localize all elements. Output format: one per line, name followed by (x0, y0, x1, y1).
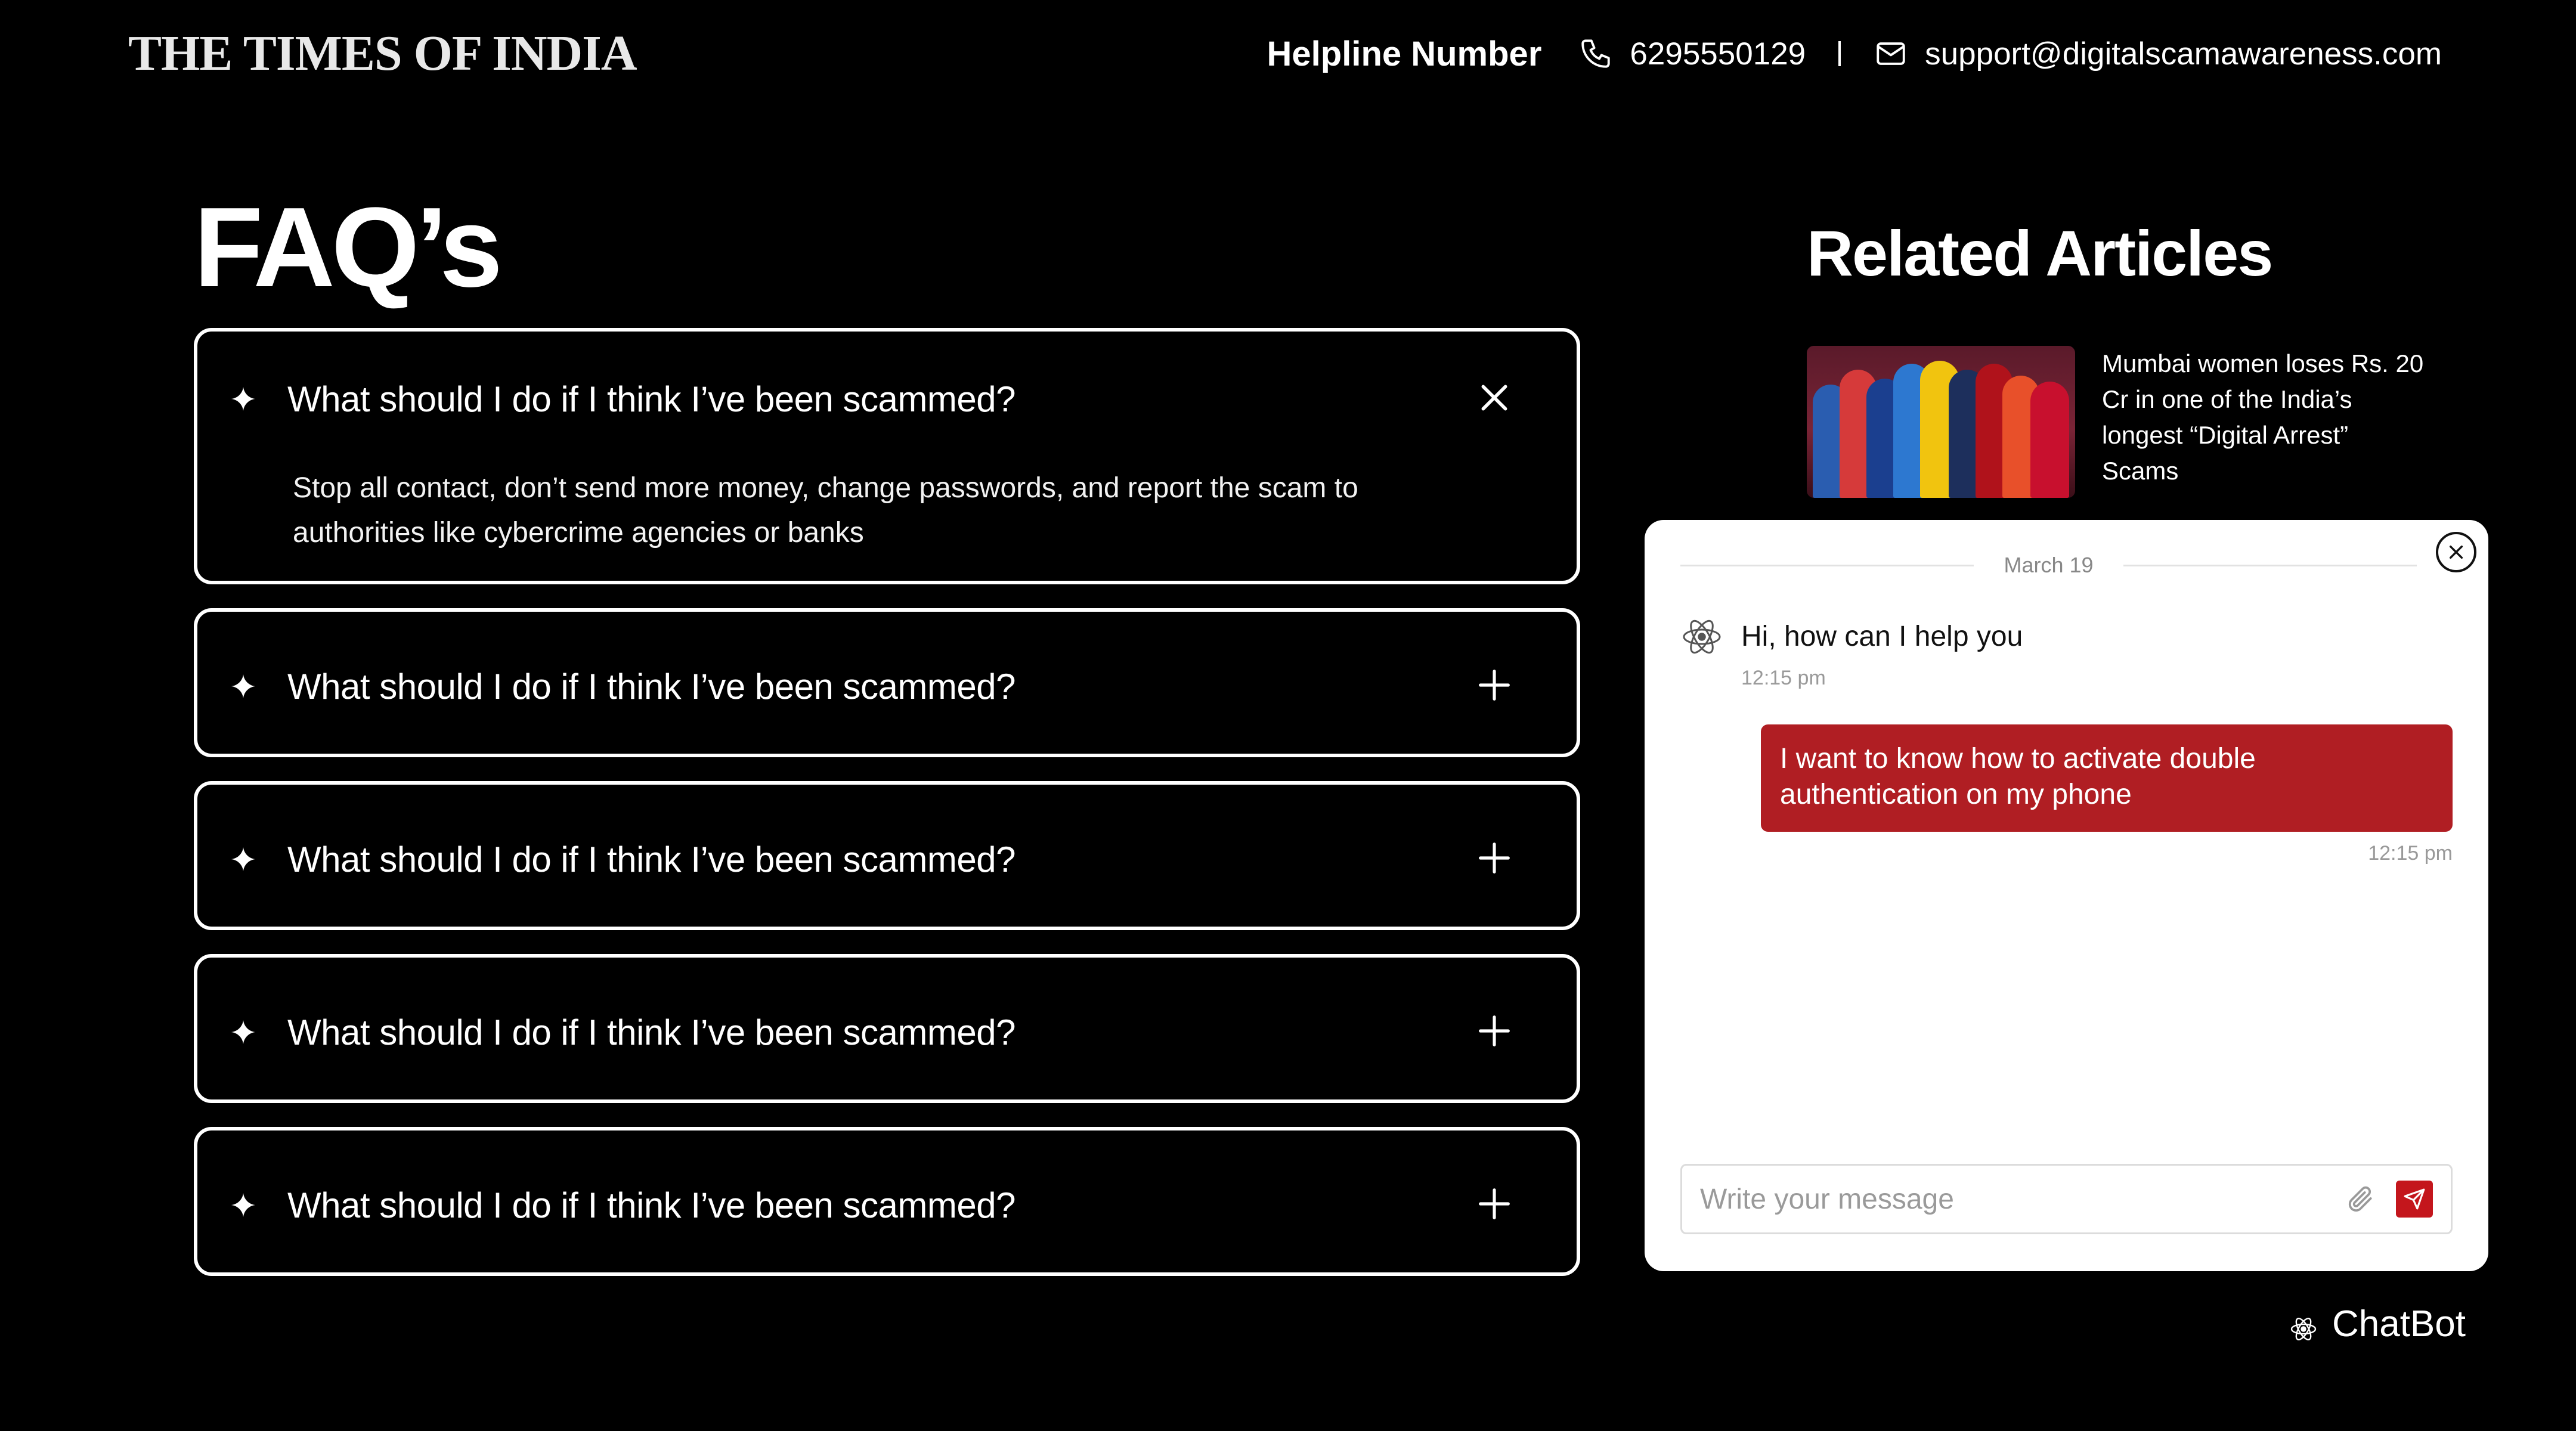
related-articles-title: Related Articles (1807, 217, 2273, 289)
sparkle-icon (230, 1019, 256, 1045)
chatbot-label: ChatBot (2332, 1303, 2466, 1345)
article-headline[interactable]: Mumbai women loses Rs. 20 Cr in one of t… (2102, 346, 2424, 498)
sparkle-icon (230, 386, 256, 412)
helpline-phone[interactable]: 6295550129 (1630, 36, 1806, 72)
chat-date: March 19 (2004, 553, 2094, 577)
atom-icon (2289, 1310, 2318, 1340)
faq-question: What should I do if I think I’ve been sc… (287, 379, 1015, 419)
user-message-time: 12:15 pm (2368, 842, 2453, 865)
mail-icon (1874, 36, 1908, 71)
plus-icon[interactable] (1478, 841, 1511, 875)
faq-item-4[interactable]: What should I do if I think I’ve been sc… (194, 954, 1580, 1103)
paperclip-icon[interactable] (2346, 1184, 2376, 1214)
send-button[interactable] (2396, 1181, 2433, 1218)
sparkle-icon (230, 1192, 256, 1218)
faq-item-3[interactable]: What should I do if I think I’ve been sc… (194, 781, 1580, 930)
bot-message-text: Hi, how can I help you (1741, 621, 2023, 652)
close-icon (2449, 545, 2463, 559)
message-input-bar (1680, 1164, 2453, 1234)
bot-message-time: 12:15 pm (1741, 667, 1826, 689)
article-thumbnail[interactable] (1807, 346, 2075, 498)
faq-title: FAQ’s (194, 184, 503, 311)
faq-item-1[interactable]: What should I do if I think I’ve been sc… (194, 328, 1580, 584)
faq-question: What should I do if I think I’ve been sc… (287, 839, 1015, 879)
bot-atom-icon (1680, 615, 1723, 658)
faq-list: What should I do if I think I’ve been sc… (194, 328, 1580, 1300)
send-icon (2404, 1188, 2425, 1210)
chat-date-divider: March 19 (1680, 553, 2417, 578)
chat-panel: March 19 Hi, how can I help you 12:15 pm… (1645, 520, 2488, 1271)
sparkle-icon (230, 846, 256, 872)
plus-icon[interactable] (1478, 1187, 1511, 1221)
faq-answer: Stop all contact, don’t send more money,… (293, 472, 1358, 549)
faq-item-5[interactable]: What should I do if I think I’ve been sc… (194, 1127, 1580, 1276)
phone-icon (1578, 36, 1613, 71)
message-input[interactable] (1700, 1182, 2346, 1216)
faq-question: What should I do if I think I’ve been sc… (287, 1185, 1015, 1225)
chat-close-button[interactable] (2436, 532, 2476, 572)
sparkle-icon (230, 673, 256, 699)
faq-item-2[interactable]: What should I do if I think I’ve been sc… (194, 608, 1580, 757)
bot-message: Hi, how can I help you 12:15 pm (1680, 615, 2023, 690)
close-icon[interactable] (1478, 381, 1511, 414)
faq-question: What should I do if I think I’ve been sc… (287, 1012, 1015, 1052)
plus-icon[interactable] (1478, 1014, 1511, 1048)
contact-bar: Helpline Number 6295550129 support@digit… (1267, 24, 2442, 83)
related-article[interactable]: Mumbai women loses Rs. 20 Cr in one of t… (1807, 346, 2424, 498)
user-message: I want to know how to activate double au… (1761, 724, 2453, 832)
divider (1838, 41, 1841, 66)
site-logo[interactable]: THE TIMES OF INDIA (128, 24, 637, 83)
chatbot-launcher[interactable]: ChatBot (2289, 1303, 2466, 1345)
plus-icon[interactable] (1478, 668, 1511, 702)
helpline-label: Helpline Number (1267, 34, 1542, 73)
faq-question: What should I do if I think I’ve been sc… (287, 666, 1015, 707)
support-email[interactable]: support@digitalscamawareness.com (1925, 36, 2442, 72)
